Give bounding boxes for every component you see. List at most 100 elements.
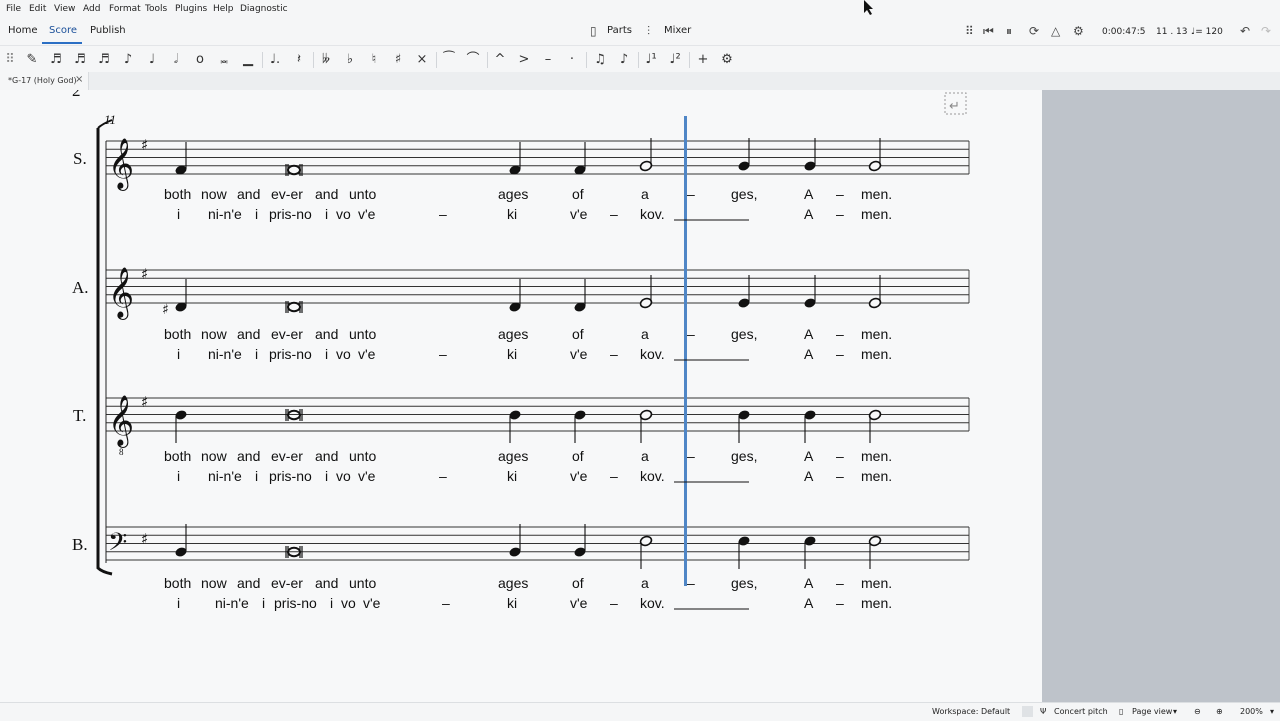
lyric-syllable: men. xyxy=(861,326,892,342)
redo-icon[interactable]: ↷ xyxy=(1261,24,1271,38)
double-flat-icon[interactable]: 𝄫 xyxy=(316,50,336,70)
breve-note xyxy=(287,409,301,421)
instrument-name-bass: B. xyxy=(72,535,88,554)
zoom-out-icon[interactable]: ⊖ xyxy=(1194,707,1201,716)
toolbar-settings-icon[interactable]: ⚙ xyxy=(717,50,737,70)
32nd-note-icon[interactable]: ♬ xyxy=(70,50,90,70)
menu-add[interactable]: Add xyxy=(83,4,100,14)
instrument-name-tenor: T. xyxy=(73,406,86,425)
flat-icon[interactable]: ♭ xyxy=(340,50,360,70)
lyric-syllable: and xyxy=(315,448,338,464)
lyric-syllable: i xyxy=(325,468,328,484)
toolbar-separator xyxy=(638,52,639,68)
close-icon[interactable]: × xyxy=(75,74,83,85)
instrument-name-soprano: S. xyxy=(73,149,87,168)
loop-icon[interactable]: ⟳ xyxy=(1029,24,1039,38)
menu-diagnostic[interactable]: Diagnostic xyxy=(240,4,288,14)
flip-direction-icon[interactable]: ♪ xyxy=(614,50,634,70)
metronome-icon[interactable]: △ xyxy=(1051,24,1060,38)
accidental-sharp-icon: ♯ xyxy=(162,302,169,318)
tenuto-icon[interactable]: – xyxy=(538,50,558,70)
tab-publish[interactable]: Publish xyxy=(90,25,126,36)
whole-note-icon[interactable]: o xyxy=(190,50,210,70)
sharp-icon[interactable]: ♯ xyxy=(388,50,408,70)
64th-note-icon[interactable]: ♬ xyxy=(46,50,66,70)
chevron-down-icon[interactable]: ▾ xyxy=(1173,707,1177,716)
breve-icon[interactable]: 𝅜 xyxy=(214,50,234,70)
tab-score[interactable]: Score xyxy=(49,25,77,36)
note-input-pen-icon[interactable]: ✎ xyxy=(22,50,42,70)
voice-2-icon[interactable]: ♩² xyxy=(665,50,685,70)
lyric-syllable: – xyxy=(610,206,618,222)
longa-icon[interactable]: ▁ xyxy=(238,50,258,70)
marcato-icon[interactable]: ^ xyxy=(490,50,510,70)
lyric-syllable: A xyxy=(804,468,814,484)
rewind-icon[interactable]: ⏮ xyxy=(983,24,994,39)
16th-note-icon[interactable]: ♬ xyxy=(94,50,114,70)
document-tab[interactable]: *G-17 (Holy God) × xyxy=(0,72,89,90)
view-mode-selector[interactable]: Page view xyxy=(1132,707,1172,716)
zoom-level[interactable]: 200% xyxy=(1240,707,1263,716)
lyrics-soprano-line-1: both now and ev-er and unto ages of a – … xyxy=(164,186,892,202)
menu-format[interactable]: Format xyxy=(109,4,141,14)
playback-settings-icon[interactable]: ⚙ xyxy=(1073,24,1084,38)
menu-plugins[interactable]: Plugins xyxy=(175,4,207,14)
lyric-syllable: – xyxy=(687,575,695,591)
quarter-note-icon[interactable]: ♩ xyxy=(142,50,162,70)
lyric-syllable: now xyxy=(201,575,228,591)
undo-icon[interactable]: ↶ xyxy=(1240,24,1250,38)
score-canvas[interactable]: 2 11 S. A. T. B. 𝄞 𝄞 𝄞 8 𝄢 ♯ ♯ ♯ ♯ ♯ ↵ b… xyxy=(0,90,1042,702)
pause-icon[interactable]: ⏸ xyxy=(1006,24,1012,39)
menu-edit[interactable]: Edit xyxy=(29,4,46,14)
rest-icon[interactable]: 𝄽 xyxy=(289,50,309,70)
lyric-syllable: – xyxy=(836,326,844,342)
lyric-syllable: unto xyxy=(349,575,376,591)
voice-1-icon[interactable]: ♩¹ xyxy=(641,50,661,70)
zoom-in-icon[interactable]: ⊕ xyxy=(1216,707,1223,716)
tuplet-icon[interactable]: ♫ xyxy=(590,50,610,70)
drag-handle-icon[interactable]: ⠿ xyxy=(965,24,974,38)
lyric-syllable: ages xyxy=(498,326,528,342)
augmentation-dot-icon[interactable]: ♩. xyxy=(265,50,285,70)
lyric-syllable: – xyxy=(439,468,447,484)
mixer-button[interactable]: Mixer xyxy=(664,25,691,36)
natural-icon[interactable]: ♮ xyxy=(364,50,384,70)
lyric-syllable: i xyxy=(255,346,258,362)
menu-help[interactable]: Help xyxy=(213,4,234,14)
menu-tools[interactable]: Tools xyxy=(145,4,167,14)
concert-pitch-toggle[interactable] xyxy=(1022,706,1033,717)
workspace-selector[interactable]: Workspace: Default xyxy=(932,707,1010,716)
lyric-syllable: vo xyxy=(336,468,351,484)
lyric-syllable: both xyxy=(164,575,191,591)
chevron-down-icon[interactable]: ▾ xyxy=(1270,707,1274,716)
staccato-icon[interactable]: · xyxy=(562,50,582,70)
bass-clef-icon: 𝄢 xyxy=(108,528,127,563)
lyric-syllable: v'e xyxy=(358,206,376,222)
toolbar-drag-handle-icon[interactable]: ⠿ xyxy=(0,50,20,70)
add-icon[interactable]: + xyxy=(693,50,713,70)
tab-home[interactable]: Home xyxy=(8,25,38,36)
lyric-syllable: unto xyxy=(349,448,376,464)
lyric-syllable: – xyxy=(836,206,844,222)
lyrics-soprano-line-2: i ni-n'e i pris-no i vo v'e – ki v'e – k… xyxy=(177,206,892,222)
half-note-icon[interactable]: 𝅗𝅥 xyxy=(166,50,186,70)
double-sharp-icon[interactable]: × xyxy=(412,50,432,70)
concert-pitch-label[interactable]: Concert pitch xyxy=(1054,707,1108,716)
accent-icon[interactable]: > xyxy=(514,50,534,70)
lyric-syllable: i xyxy=(177,206,180,222)
lyric-syllable: i xyxy=(325,206,328,222)
breve-note xyxy=(287,164,301,176)
tie-icon[interactable]: ⁀ xyxy=(439,50,459,70)
parts-button[interactable]: Parts xyxy=(607,25,632,36)
menu-view[interactable]: View xyxy=(54,4,75,14)
lyric-syllable: and xyxy=(315,186,338,202)
lyric-syllable: and xyxy=(315,326,338,342)
lyric-syllable: ni-n'e xyxy=(208,468,242,484)
menu-file[interactable]: File xyxy=(6,4,21,14)
slur-icon[interactable]: ⌒ xyxy=(463,50,483,70)
lyric-syllable: of xyxy=(572,448,584,464)
system-bracket xyxy=(96,128,113,576)
eighth-note-icon[interactable]: ♪ xyxy=(118,50,138,70)
lyric-syllable: of xyxy=(572,186,584,202)
lyric-syllable: – xyxy=(687,186,695,202)
